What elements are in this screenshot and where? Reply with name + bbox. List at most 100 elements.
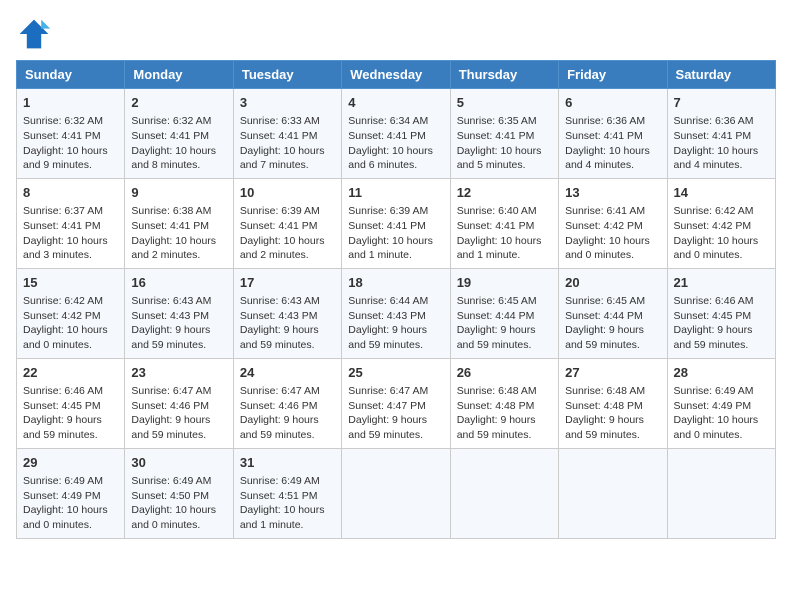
day-info-line: Sunset: 4:48 PM xyxy=(565,399,660,414)
day-info-line: and 3 minutes. xyxy=(23,248,118,263)
day-number: 4 xyxy=(348,94,443,112)
day-info-line: Sunset: 4:42 PM xyxy=(565,219,660,234)
calendar-week-row: 1Sunrise: 6:32 AMSunset: 4:41 PMDaylight… xyxy=(17,89,776,179)
calendar-cell: 29Sunrise: 6:49 AMSunset: 4:49 PMDayligh… xyxy=(17,448,125,538)
day-info-line: Daylight: 10 hours xyxy=(131,144,226,159)
day-info-line: Daylight: 9 hours xyxy=(674,323,769,338)
day-info-line: Sunrise: 6:49 AM xyxy=(131,474,226,489)
calendar-week-row: 8Sunrise: 6:37 AMSunset: 4:41 PMDaylight… xyxy=(17,178,776,268)
day-info-line: Sunrise: 6:47 AM xyxy=(131,384,226,399)
day-info-line: Daylight: 9 hours xyxy=(565,413,660,428)
day-info-line: Daylight: 10 hours xyxy=(23,234,118,249)
day-info-line: and 6 minutes. xyxy=(348,158,443,173)
day-info-line: Sunset: 4:41 PM xyxy=(131,129,226,144)
day-info-line: and 4 minutes. xyxy=(674,158,769,173)
day-info-line: Sunrise: 6:49 AM xyxy=(674,384,769,399)
calendar-cell: 23Sunrise: 6:47 AMSunset: 4:46 PMDayligh… xyxy=(125,358,233,448)
day-info-line: Sunset: 4:45 PM xyxy=(674,309,769,324)
day-number: 5 xyxy=(457,94,552,112)
calendar-cell: 27Sunrise: 6:48 AMSunset: 4:48 PMDayligh… xyxy=(559,358,667,448)
day-info-line: Sunset: 4:41 PM xyxy=(565,129,660,144)
day-info-line: Daylight: 10 hours xyxy=(131,234,226,249)
column-header-sunday: Sunday xyxy=(17,61,125,89)
day-number: 19 xyxy=(457,274,552,292)
day-info-line: and 59 minutes. xyxy=(348,428,443,443)
calendar-cell xyxy=(559,448,667,538)
day-info-line: Sunset: 4:43 PM xyxy=(131,309,226,324)
calendar-cell: 13Sunrise: 6:41 AMSunset: 4:42 PMDayligh… xyxy=(559,178,667,268)
day-info-line: Sunset: 4:49 PM xyxy=(674,399,769,414)
day-number: 20 xyxy=(565,274,660,292)
calendar-cell: 17Sunrise: 6:43 AMSunset: 4:43 PMDayligh… xyxy=(233,268,341,358)
day-number: 12 xyxy=(457,184,552,202)
day-info-line: Sunset: 4:41 PM xyxy=(23,129,118,144)
day-info-line: Sunrise: 6:38 AM xyxy=(131,204,226,219)
day-info-line: Daylight: 10 hours xyxy=(23,503,118,518)
day-info-line: Daylight: 9 hours xyxy=(240,323,335,338)
day-info-line: Sunset: 4:41 PM xyxy=(348,129,443,144)
day-info-line: Sunrise: 6:41 AM xyxy=(565,204,660,219)
day-info-line: Sunset: 4:43 PM xyxy=(348,309,443,324)
day-info-line: Sunrise: 6:32 AM xyxy=(131,114,226,129)
day-info-line: Sunrise: 6:45 AM xyxy=(565,294,660,309)
column-header-thursday: Thursday xyxy=(450,61,558,89)
day-info-line: Sunset: 4:41 PM xyxy=(240,219,335,234)
day-info-line: and 0 minutes. xyxy=(131,518,226,533)
calendar-cell: 15Sunrise: 6:42 AMSunset: 4:42 PMDayligh… xyxy=(17,268,125,358)
calendar-cell: 9Sunrise: 6:38 AMSunset: 4:41 PMDaylight… xyxy=(125,178,233,268)
calendar-cell: 28Sunrise: 6:49 AMSunset: 4:49 PMDayligh… xyxy=(667,358,775,448)
day-info-line: Daylight: 10 hours xyxy=(348,144,443,159)
day-info-line: Daylight: 10 hours xyxy=(240,503,335,518)
day-info-line: Daylight: 9 hours xyxy=(457,323,552,338)
day-info-line: and 8 minutes. xyxy=(131,158,226,173)
calendar-cell: 30Sunrise: 6:49 AMSunset: 4:50 PMDayligh… xyxy=(125,448,233,538)
column-header-friday: Friday xyxy=(559,61,667,89)
day-number: 25 xyxy=(348,364,443,382)
day-number: 2 xyxy=(131,94,226,112)
day-number: 6 xyxy=(565,94,660,112)
day-info-line: Sunrise: 6:32 AM xyxy=(23,114,118,129)
day-info-line: Sunrise: 6:39 AM xyxy=(240,204,335,219)
day-info-line: Sunrise: 6:42 AM xyxy=(23,294,118,309)
day-info-line: and 59 minutes. xyxy=(457,428,552,443)
calendar-cell: 21Sunrise: 6:46 AMSunset: 4:45 PMDayligh… xyxy=(667,268,775,358)
day-number: 21 xyxy=(674,274,769,292)
day-info-line: and 59 minutes. xyxy=(565,428,660,443)
day-info-line: and 2 minutes. xyxy=(131,248,226,263)
day-info-line: Sunset: 4:42 PM xyxy=(674,219,769,234)
day-number: 9 xyxy=(131,184,226,202)
day-info-line: and 0 minutes. xyxy=(674,248,769,263)
day-info-line: Sunset: 4:49 PM xyxy=(23,489,118,504)
day-info-line: Daylight: 10 hours xyxy=(131,503,226,518)
day-info-line: Sunrise: 6:42 AM xyxy=(674,204,769,219)
logo-icon xyxy=(16,16,52,52)
day-info-line: Sunset: 4:41 PM xyxy=(457,129,552,144)
day-info-line: Daylight: 9 hours xyxy=(457,413,552,428)
day-info-line: Daylight: 10 hours xyxy=(674,234,769,249)
calendar-cell: 20Sunrise: 6:45 AMSunset: 4:44 PMDayligh… xyxy=(559,268,667,358)
day-number: 17 xyxy=(240,274,335,292)
calendar-cell: 8Sunrise: 6:37 AMSunset: 4:41 PMDaylight… xyxy=(17,178,125,268)
day-info-line: Sunset: 4:41 PM xyxy=(348,219,443,234)
day-info-line: and 0 minutes. xyxy=(674,428,769,443)
day-number: 31 xyxy=(240,454,335,472)
day-info-line: Daylight: 9 hours xyxy=(348,323,443,338)
day-info-line: Daylight: 10 hours xyxy=(674,144,769,159)
calendar-cell: 26Sunrise: 6:48 AMSunset: 4:48 PMDayligh… xyxy=(450,358,558,448)
calendar-cell: 11Sunrise: 6:39 AMSunset: 4:41 PMDayligh… xyxy=(342,178,450,268)
day-info-line: and 9 minutes. xyxy=(23,158,118,173)
day-info-line: and 1 minute. xyxy=(348,248,443,263)
day-info-line: and 0 minutes. xyxy=(23,338,118,353)
calendar-cell xyxy=(450,448,558,538)
calendar-cell: 3Sunrise: 6:33 AMSunset: 4:41 PMDaylight… xyxy=(233,89,341,179)
calendar-cell: 25Sunrise: 6:47 AMSunset: 4:47 PMDayligh… xyxy=(342,358,450,448)
day-number: 3 xyxy=(240,94,335,112)
day-info-line: and 2 minutes. xyxy=(240,248,335,263)
day-info-line: Daylight: 10 hours xyxy=(457,234,552,249)
day-info-line: Sunset: 4:45 PM xyxy=(23,399,118,414)
day-number: 11 xyxy=(348,184,443,202)
calendar-cell: 5Sunrise: 6:35 AMSunset: 4:41 PMDaylight… xyxy=(450,89,558,179)
day-info-line: Daylight: 10 hours xyxy=(240,234,335,249)
day-info-line: Daylight: 10 hours xyxy=(23,323,118,338)
day-number: 28 xyxy=(674,364,769,382)
